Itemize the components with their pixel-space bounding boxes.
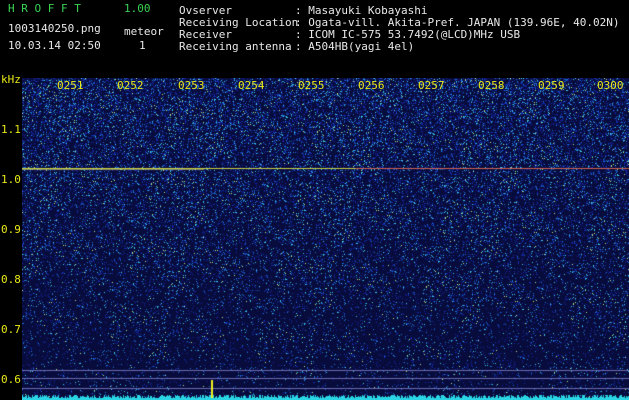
time-tick-label: 0255 [298,79,325,92]
time-tick-label: 0259 [538,79,565,92]
spectrogram-canvas [22,78,629,400]
antenna-value: : A504HB(yagi 4el) [295,40,415,53]
meteor-label: meteor [124,25,164,38]
time-tick-label: 0257 [418,79,445,92]
frequency-unit-label: kHz [1,73,21,86]
file-name: 1003140250.png [8,22,101,35]
antenna-label: Receiving antenna [179,40,292,53]
time-tick-label: 0300 [597,79,624,92]
app-title: H R O F F T [8,2,81,15]
app-version: 1.00 [124,2,151,15]
time-tick-label: 0251 [57,79,84,92]
y-tick-label: 1.1 [1,123,21,136]
y-tick-label: 0.8 [1,273,21,286]
time-tick-label: 0254 [238,79,265,92]
time-tick-label: 0253 [178,79,205,92]
y-tick-label: 0.6 [1,373,21,386]
y-tick-label: 0.7 [1,323,21,336]
y-tick-label: 0.9 [1,223,21,236]
time-tick-label: 0252 [117,79,144,92]
y-tick-label: 1.0 [1,173,21,186]
time-tick-label: 0258 [478,79,505,92]
capture-datetime: 10.03.14 02:50 [8,39,101,52]
time-tick-label: 0256 [358,79,385,92]
meteor-count: 1 [139,39,146,52]
